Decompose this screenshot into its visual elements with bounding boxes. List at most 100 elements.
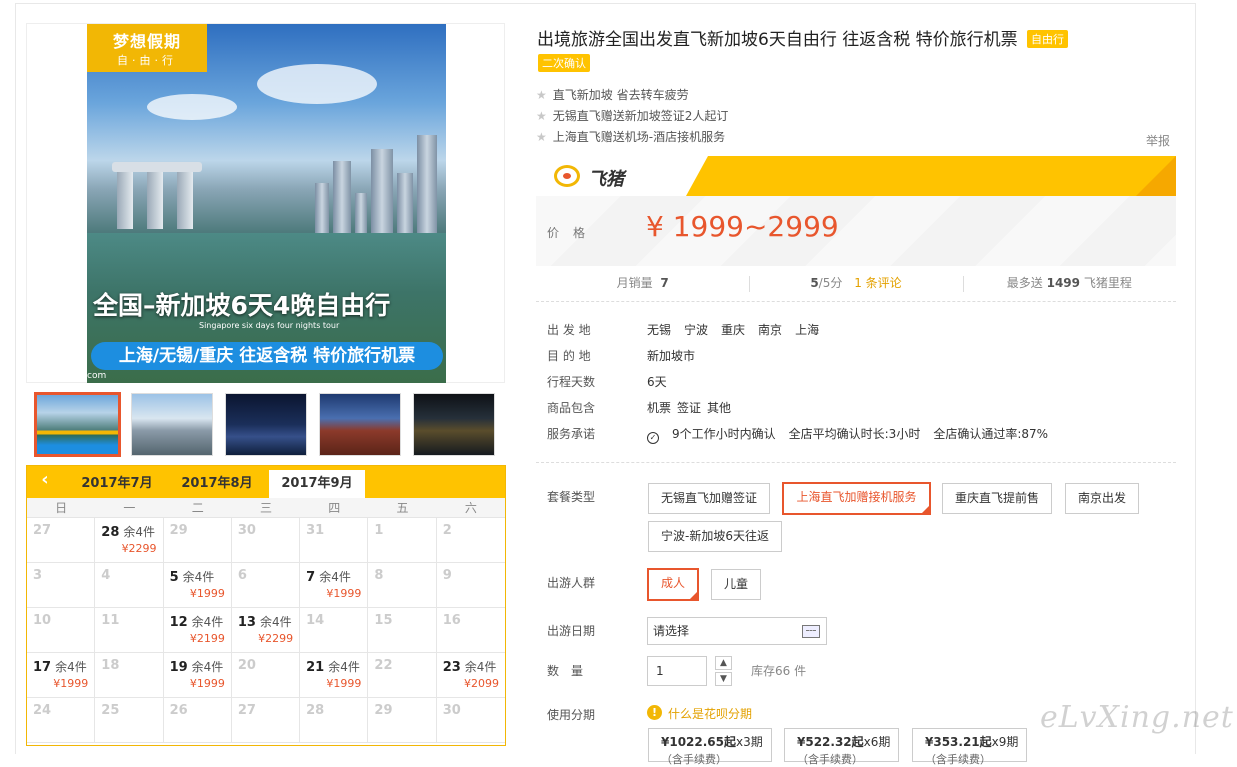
- city: 南京: [758, 323, 783, 337]
- day-number: 28: [101, 525, 120, 540]
- poster-headline: 全国–新加坡6天4晚自由行: [93, 291, 391, 320]
- calendar-day: 16: [436, 608, 505, 653]
- calendar-day[interactable]: 12 余4件 ¥2199: [163, 608, 232, 653]
- calendar-day[interactable]: 28 余4件 ¥2299: [95, 518, 164, 563]
- huabei-info-link[interactable]: 什么是花呗分期: [668, 705, 752, 722]
- quantity-input[interactable]: 1: [647, 656, 707, 686]
- price-label: 价格: [547, 226, 600, 240]
- calendar-day: 29: [163, 518, 232, 563]
- calendar-day[interactable]: 17 余4件 ¥1999: [27, 653, 96, 698]
- installment-option-6[interactable]: ¥522.32起x6期 （含手续费）: [784, 728, 899, 766]
- weekday-label: 五: [396, 501, 409, 515]
- installment-amount: ¥1022.65起: [661, 735, 737, 749]
- day-price: ¥2099: [463, 677, 499, 690]
- section-divider: [536, 462, 1176, 463]
- day-number: 21: [306, 660, 325, 675]
- feature-text: 无锡直飞赠送新加坡签证2人起订: [552, 109, 729, 123]
- banner-corner: [1136, 156, 1176, 196]
- hotel-tower: [117, 169, 133, 229]
- badge-title: 梦想假期: [112, 32, 181, 51]
- day-price: ¥2299: [258, 632, 294, 645]
- day-number: 24: [33, 703, 52, 718]
- calendar-day: 3: [27, 563, 96, 608]
- installment-sub: （含手续费）: [797, 753, 863, 766]
- day-number: 31: [306, 523, 325, 538]
- package-option-shanghai[interactable]: 上海直飞加赠接机服务: [782, 482, 931, 515]
- calendar-day: 8: [368, 563, 437, 608]
- day-number: 29: [374, 703, 393, 718]
- quantity-decrement-button[interactable]: ▼: [715, 672, 732, 686]
- day-price: ¥2199: [189, 632, 225, 645]
- tab-month-september[interactable]: 2017年9月: [269, 470, 365, 498]
- installment-option-9[interactable]: ¥353.21起x9期 （含手续费）: [912, 728, 1027, 766]
- city: 上海: [795, 323, 820, 337]
- day-remaining: 余4件: [328, 660, 360, 674]
- installment-option-3[interactable]: ¥1022.65起x3期 （含手续费）: [648, 728, 772, 766]
- service-item: 9个工作小时内确认: [672, 427, 776, 441]
- info-warning-icon: !: [647, 705, 662, 720]
- day-number: 10: [33, 613, 52, 628]
- cloud: [147, 94, 237, 120]
- thumbnail-4[interactable]: [319, 393, 401, 456]
- day-remaining: 余4件: [259, 615, 292, 629]
- rating-value: 5: [810, 276, 819, 290]
- calendar-day: 20: [231, 653, 301, 698]
- package-option-ningbo[interactable]: 宁波-新加坡6天往返: [648, 521, 782, 552]
- calendar-day: 6: [231, 563, 301, 608]
- info-includes: 商品包含 机票 签证 其他: [547, 399, 1167, 416]
- quantity-label: 数 量: [547, 664, 584, 678]
- day-remaining: 余4件: [123, 525, 156, 539]
- date-calendar: ‹ 2017年7月 2017年8月 2017年9月 日 一 二 三 四 五 六 …: [26, 465, 506, 746]
- calendar-day[interactable]: 19 余4件 ¥1999: [163, 653, 232, 698]
- day-number: 19: [169, 660, 188, 675]
- package-option-chongqing[interactable]: 重庆直飞提前售: [942, 483, 1052, 514]
- prev-month-button[interactable]: ‹: [35, 470, 55, 490]
- feature-item: ★ 直飞新加坡 省去转车疲劳: [536, 86, 836, 103]
- main-product-image[interactable]: 梦想假期 自·由·行 全国–新加坡6天4晚自由行 Singapore six d…: [26, 23, 505, 383]
- fliggy-banner: 飞猪: [536, 156, 1176, 196]
- calendar-day: 27: [27, 518, 96, 563]
- weekday-label: 一: [123, 501, 136, 515]
- calendar-day: 1: [368, 518, 437, 563]
- package-option-wuxi[interactable]: 无锡直飞加赠签证: [648, 483, 770, 514]
- tab-month-july[interactable]: 2017年7月: [69, 470, 165, 498]
- calendar-day[interactable]: 7 余4件 ¥1999: [300, 563, 369, 608]
- calendar-header: ‹ 2017年7月 2017年8月 2017年9月: [27, 466, 505, 498]
- thumbnail-2[interactable]: [131, 393, 213, 456]
- feature-item: ★ 无锡直飞赠送新加坡签证2人起订: [536, 107, 836, 124]
- calendar-day: 27: [231, 698, 301, 743]
- stats-bar: 月销量 7 5/5分 1 条评论 最多送 1499 飞猪里程: [536, 266, 1176, 302]
- report-link[interactable]: 举报: [1146, 132, 1170, 149]
- reviews-link[interactable]: 1 条评论: [854, 276, 901, 290]
- fliggy-brand-name: 飞猪: [588, 169, 624, 190]
- calendar-day[interactable]: 23 余4件 ¥2099: [436, 653, 505, 698]
- tab-month-august[interactable]: 2017年8月: [169, 470, 265, 498]
- day-number: 6: [237, 568, 247, 583]
- thumbnail-3[interactable]: [225, 393, 307, 456]
- thumbnail-5[interactable]: [413, 393, 495, 456]
- crowd-option-adult[interactable]: 成人: [647, 568, 699, 601]
- day-number: 20: [237, 658, 256, 673]
- package-option-nanjing[interactable]: 南京出发: [1065, 483, 1139, 514]
- day-number: 5: [169, 570, 179, 585]
- quantity-increment-button[interactable]: ▲: [715, 656, 732, 670]
- day-price: ¥2299: [121, 542, 157, 555]
- calendar-day[interactable]: 5 余4件 ¥1999: [163, 563, 232, 608]
- date-label: 出游日期: [547, 624, 596, 638]
- day-price: ¥1999: [189, 587, 225, 600]
- day-price: ¥1999: [326, 677, 362, 690]
- calendar-day[interactable]: 21 余4件 ¥1999: [300, 653, 369, 698]
- date-select-input[interactable]: 请选择: [647, 617, 827, 645]
- day-number: 16: [442, 613, 461, 628]
- departure-values: 无锡 宁波 重庆 南京 上海: [647, 323, 832, 337]
- crowd-option-child[interactable]: 儿童: [711, 569, 761, 600]
- calendar-icon[interactable]: [802, 625, 820, 638]
- thumbnail-1[interactable]: [34, 392, 121, 457]
- calendar-day: 28: [300, 698, 369, 743]
- day-number: 22: [374, 658, 393, 673]
- day-remaining: 余4件: [55, 660, 87, 674]
- reviews-label: 条评论: [865, 276, 902, 290]
- day-number: 8: [374, 568, 384, 583]
- poster-band: 上海/无锡/重庆 往返含税 特价旅行机票: [91, 342, 443, 370]
- calendar-day[interactable]: 13 余4件 ¥2299: [231, 608, 301, 653]
